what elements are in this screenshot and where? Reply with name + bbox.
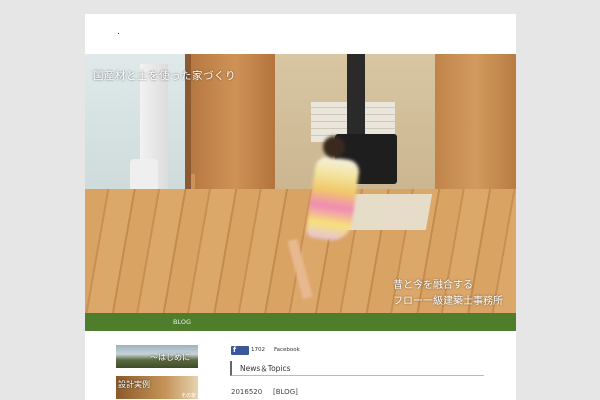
news-heading: News＆Topics [230, 361, 484, 376]
nav-item-blog[interactable]: BLOG [173, 318, 191, 326]
facebook-page-link[interactable]: Facebook [274, 347, 300, 353]
main-nav: BLOG [85, 313, 516, 331]
hero-image: 国産材と土を使った家づくり 昔と今を融合する フロー一級建築士事務所 [85, 54, 516, 313]
page: . 国産材と土を使った家づくり 昔と今を融合する フロー一級建築士事務所 BLO… [85, 14, 516, 400]
facebook-like-button[interactable]: f [231, 346, 249, 355]
hero-caption-line2: フロー一級建築士事務所 [393, 296, 503, 307]
banner-design-examples[interactable]: 設計実例 その家 [116, 376, 198, 399]
news-heading-label: News＆Topics [240, 364, 291, 373]
banner-introduction-label: ～はじめに [150, 353, 190, 362]
site-header: . [85, 14, 516, 54]
hero-caption-line1: 昔と今を融合する [393, 280, 473, 291]
banner-introduction[interactable]: ～はじめに [116, 345, 198, 368]
banner-design-examples-label: 設計実例 [118, 380, 150, 389]
site-logo[interactable]: . [117, 28, 120, 37]
facebook-icon: f [233, 346, 237, 354]
news-category[interactable]: [BLOG] [273, 388, 298, 396]
like-count: 1702 [251, 347, 265, 353]
news-date: 2016520 [231, 388, 263, 396]
banner-design-examples-sub: その家 [180, 393, 196, 399]
hero-caption-top: 国産材と土を使った家づくり [93, 70, 236, 82]
stove-pipe [347, 54, 365, 134]
